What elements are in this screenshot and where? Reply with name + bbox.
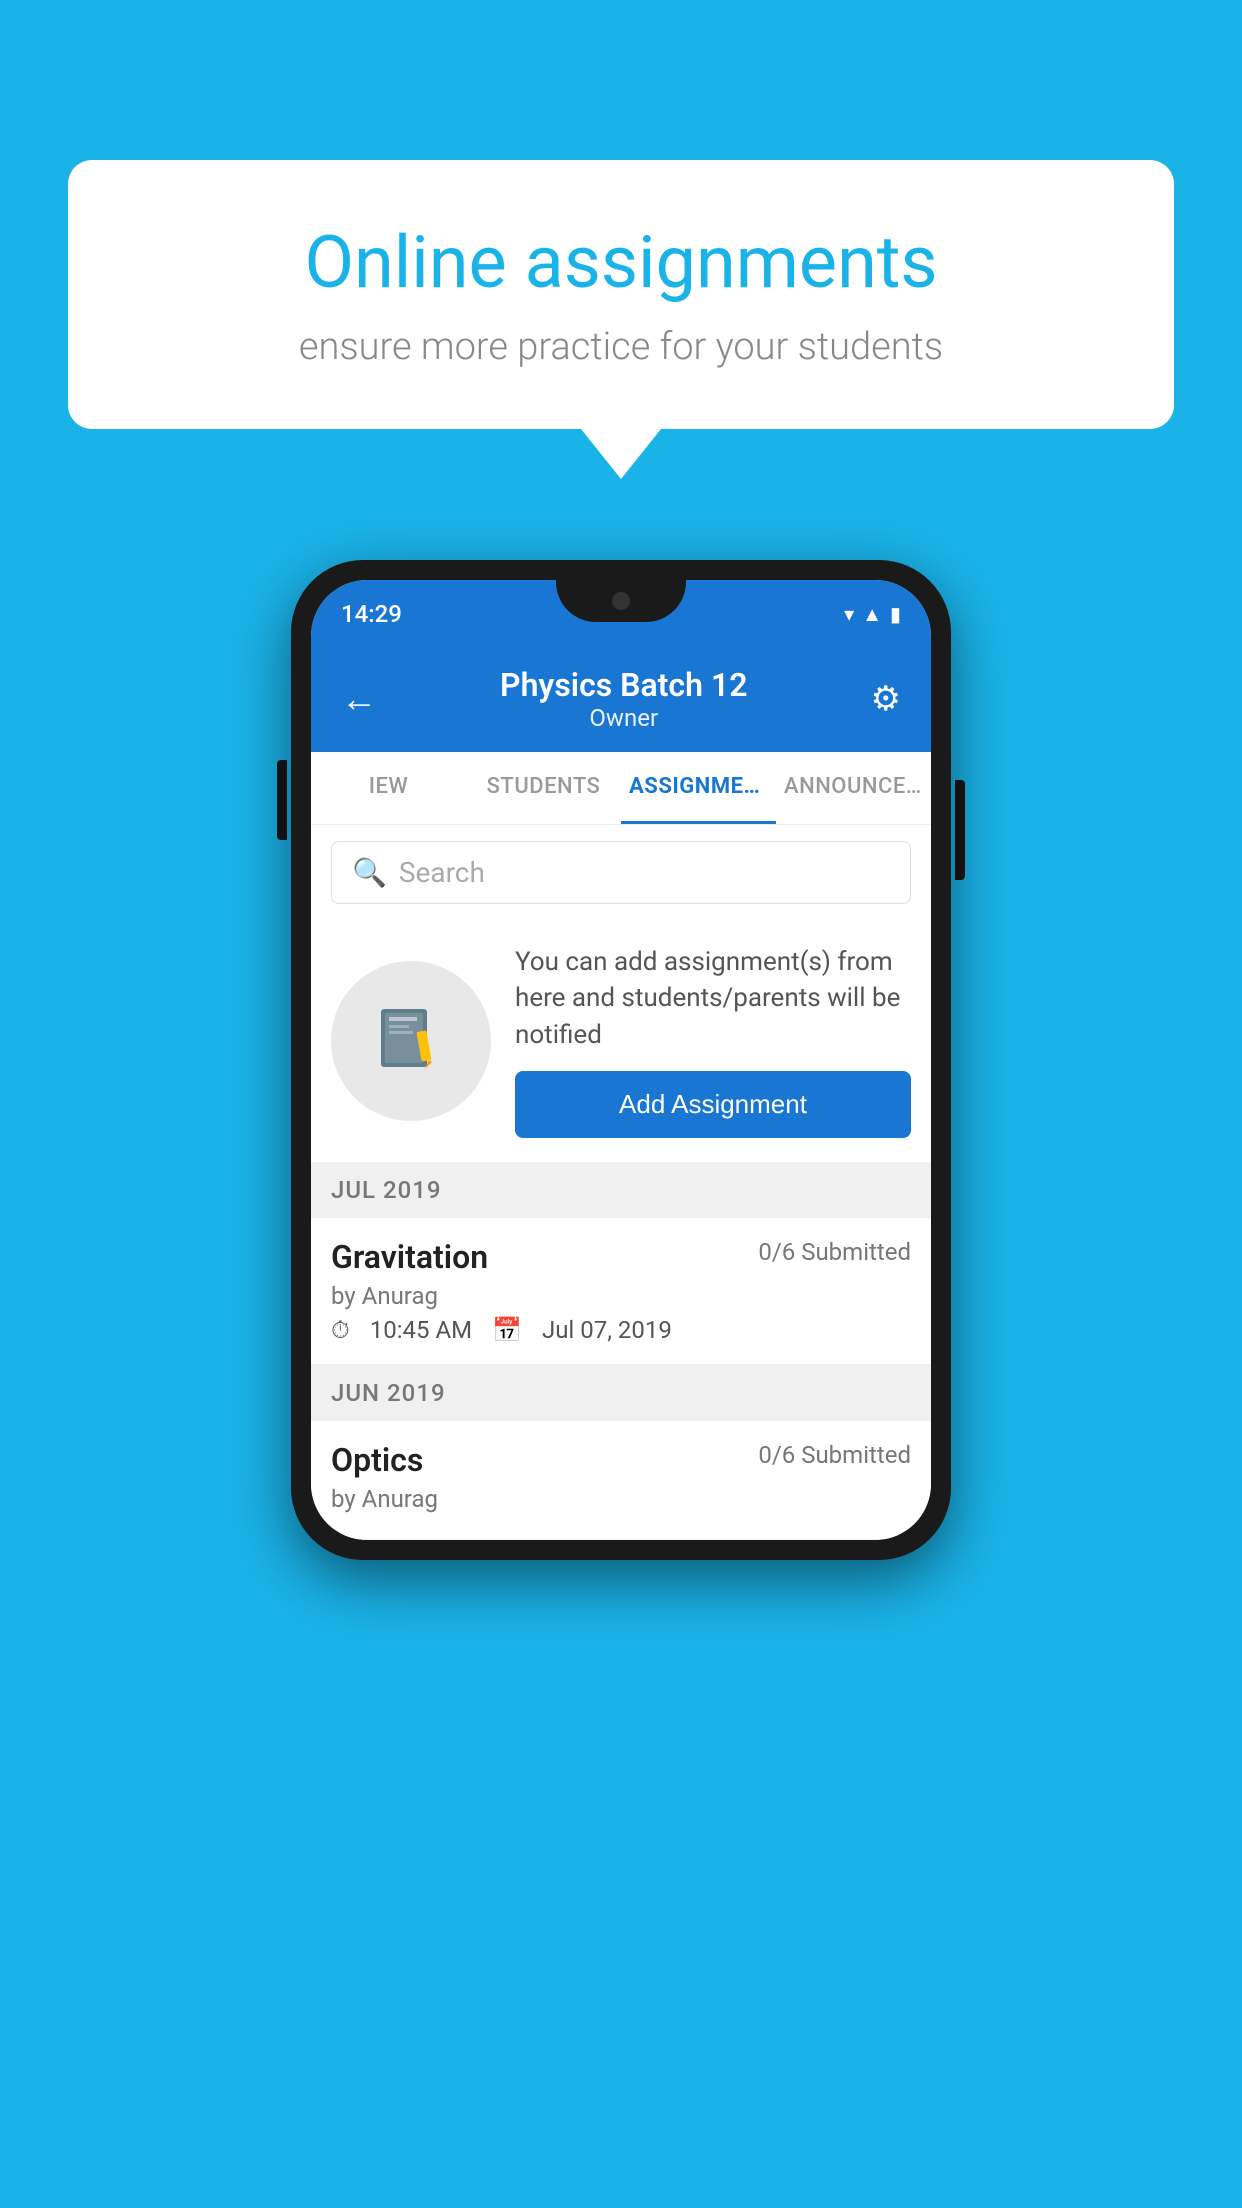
search-bar[interactable]: 🔍 Search: [331, 841, 911, 904]
speech-bubble-container: Online assignments ensure more practice …: [68, 160, 1174, 479]
tab-announcements[interactable]: ANNOUNCEMENTS: [776, 752, 931, 824]
assignment-by-optics: by Anurag: [331, 1485, 911, 1513]
status-icons: ▾ ▲ ▮: [844, 602, 901, 627]
battery-icon: ▮: [890, 602, 901, 626]
assignment-item-gravitation[interactable]: Gravitation 0/6 Submitted by Anurag ⏱ 10…: [311, 1218, 931, 1365]
speech-bubble-title: Online assignments: [148, 220, 1094, 305]
search-icon: 🔍: [352, 856, 387, 889]
assignment-top-row: Gravitation 0/6 Submitted: [331, 1238, 911, 1276]
header-title: Physics Batch 12: [500, 666, 747, 704]
assignment-title: Gravitation: [331, 1238, 488, 1276]
assignment-item-optics[interactable]: Optics 0/6 Submitted by Anurag: [311, 1421, 931, 1540]
notebook-icon: [371, 1001, 451, 1081]
assignment-date: Jul 07, 2019: [542, 1316, 672, 1344]
phone-screen: 14:29 ▾ ▲ ▮ ← Physics Batch 12 Owner ⚙: [311, 580, 931, 1540]
app-header: ← Physics Batch 12 Owner ⚙: [311, 648, 931, 752]
section-header-jul: JUL 2019: [311, 1162, 931, 1218]
assignment-title-optics: Optics: [331, 1441, 423, 1479]
phone-outer: 14:29 ▾ ▲ ▮ ← Physics Batch 12 Owner ⚙: [291, 560, 951, 1560]
notebook-icon-circle: [331, 961, 491, 1121]
tab-iew[interactable]: IEW: [311, 752, 466, 824]
assignment-submitted: 0/6 Submitted: [758, 1238, 911, 1266]
search-placeholder: Search: [399, 856, 485, 889]
tab-assignments[interactable]: ASSIGNMENTS: [621, 752, 776, 824]
section-header-jun: JUN 2019: [311, 1365, 931, 1421]
speech-bubble: Online assignments ensure more practice …: [68, 160, 1174, 429]
status-bar: 14:29 ▾ ▲ ▮: [311, 580, 931, 648]
wifi-icon: ▾: [844, 602, 854, 626]
header-subtitle: Owner: [500, 704, 747, 732]
tab-students[interactable]: STUDENTS: [466, 752, 621, 824]
signal-icon: ▲: [862, 602, 882, 627]
back-button[interactable]: ←: [341, 678, 377, 720]
assignment-meta: ⏱ 10:45 AM 📅 Jul 07, 2019: [331, 1316, 911, 1344]
speech-bubble-subtitle: ensure more practice for your students: [148, 325, 1094, 369]
assignment-time: 10:45 AM: [370, 1316, 472, 1344]
info-description: You can add assignment(s) from here and …: [515, 944, 911, 1053]
info-card: You can add assignment(s) from here and …: [311, 920, 931, 1162]
phone: 14:29 ▾ ▲ ▮ ← Physics Batch 12 Owner ⚙: [291, 560, 951, 1560]
add-assignment-button[interactable]: Add Assignment: [515, 1071, 911, 1138]
assignment-submitted-optics: 0/6 Submitted: [758, 1441, 911, 1469]
tabs-bar: IEW STUDENTS ASSIGNMENTS ANNOUNCEMENTS: [311, 752, 931, 825]
status-time: 14:29: [341, 600, 402, 628]
header-title-block: Physics Batch 12 Owner: [500, 666, 747, 732]
search-bar-wrap: 🔍 Search: [311, 825, 931, 920]
settings-icon[interactable]: ⚙: [871, 679, 901, 719]
speech-bubble-arrow: [581, 429, 661, 479]
assignment-top-row-optics: Optics 0/6 Submitted: [331, 1441, 911, 1479]
notch: [556, 580, 686, 622]
info-text-block: You can add assignment(s) from here and …: [515, 944, 911, 1138]
calendar-icon: 📅: [492, 1316, 522, 1344]
time-icon: ⏱: [331, 1316, 350, 1344]
assignment-by: by Anurag: [331, 1282, 911, 1310]
camera: [612, 592, 630, 610]
